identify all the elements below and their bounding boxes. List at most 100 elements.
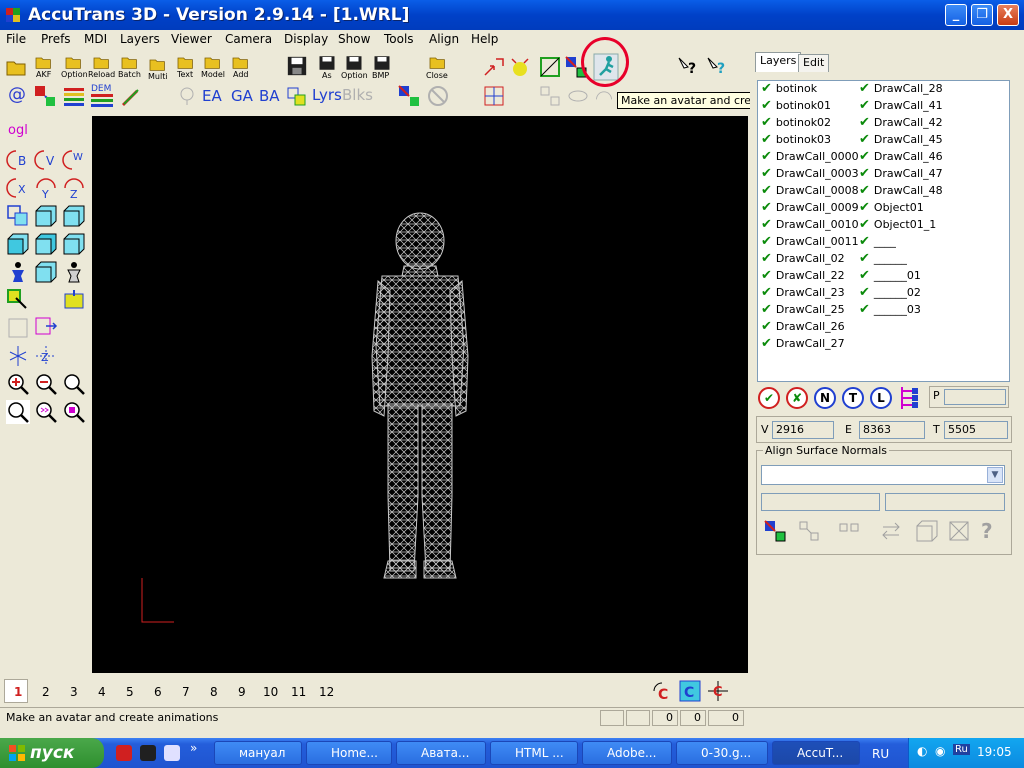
chevron-right-icon[interactable]: » (190, 741, 197, 755)
align-dropdown[interactable]: ▼ (761, 465, 1005, 485)
tab-layers[interactable]: Layers (755, 52, 802, 72)
close-file-icon[interactable] (428, 54, 448, 70)
layer-item[interactable]: ✔ ______01 (859, 268, 921, 285)
menu-tools[interactable]: Tools (384, 32, 414, 46)
rotate-y-button[interactable]: Y (34, 176, 58, 201)
menu-camera[interactable]: Camera (225, 32, 272, 46)
text-import-icon[interactable] (176, 54, 196, 70)
check-icon[interactable]: ✔ (761, 183, 772, 198)
tray-lang[interactable]: Ru (953, 744, 970, 755)
layer-item[interactable]: ✔ DrawCall_0009 (761, 200, 859, 217)
page-tab-9[interactable]: 9 (238, 685, 246, 699)
zoom-icon[interactable] (62, 372, 86, 396)
task-home[interactable]: Home... (306, 741, 392, 765)
quick-launch-1[interactable] (116, 745, 132, 761)
check-icon[interactable]: ✔ (859, 268, 870, 283)
transform-arrows-icon[interactable] (482, 55, 506, 79)
check-icon[interactable]: ✔ (761, 98, 772, 113)
view-iso-icon[interactable] (6, 204, 30, 228)
layer-item[interactable]: ✔ botinok02 (761, 115, 831, 132)
check-icon[interactable]: ✔ (859, 251, 870, 266)
page-tab-8[interactable]: 8 (210, 685, 218, 699)
layer-l-button[interactable]: L (870, 387, 892, 409)
task-html[interactable]: HTML ... (490, 741, 578, 765)
3d-viewport[interactable] (92, 116, 748, 673)
dem-icon[interactable]: DEM (89, 82, 115, 108)
tab-edit[interactable]: Edit (798, 54, 830, 72)
check-icon[interactable]: ✔ (761, 149, 772, 164)
check-icon[interactable]: ✔ (761, 234, 772, 249)
check-icon[interactable]: ✔ (761, 115, 772, 130)
check-icon[interactable]: ✔ (761, 268, 772, 283)
view-person-front-icon[interactable] (6, 260, 30, 284)
menu-layers[interactable]: Layers (120, 32, 160, 46)
reload-icon[interactable] (92, 54, 112, 70)
view-right-icon[interactable] (34, 232, 58, 256)
multi-icon[interactable] (148, 56, 168, 72)
app-icon[interactable] (5, 7, 21, 23)
check-icon[interactable]: ✔ (761, 302, 772, 317)
layer-item[interactable]: ✔ DrawCall_26 (761, 319, 845, 336)
scale-x-icon[interactable] (6, 344, 30, 368)
layer-item[interactable]: ✔ DrawCall_0010 (761, 217, 859, 234)
page-tab-3[interactable]: 3 (70, 685, 78, 699)
save-icon[interactable] (286, 55, 308, 77)
task-accutrans[interactable]: AccuT... (772, 741, 860, 765)
view-cube-icon[interactable] (34, 260, 58, 284)
layer-item[interactable]: ✔ DrawCall_0008 (761, 183, 859, 200)
layer-item[interactable]: ✔ DrawCall_0011 (761, 234, 859, 251)
task-avatar[interactable]: Авата... (396, 741, 486, 765)
cube-layers-icon[interactable] (285, 84, 309, 108)
toggle-button[interactable]: T (842, 387, 864, 409)
network-icon[interactable]: ◐ (917, 744, 927, 758)
rainbow-lines-icon[interactable] (62, 84, 86, 108)
layer-item[interactable]: ✔ DrawCall_48 (859, 183, 943, 200)
menu-show[interactable]: Show (338, 32, 370, 46)
rotate-camera-icon[interactable]: C (650, 679, 674, 703)
layer-item[interactable]: ✔ DrawCall_42 (859, 115, 943, 132)
ogl-label[interactable]: ogl (8, 123, 28, 138)
rotate-w-button[interactable]: W (62, 148, 86, 172)
color-swap-icon[interactable] (397, 84, 421, 108)
check-icon[interactable]: ✔ (761, 251, 772, 266)
check-icon[interactable]: ✔ (761, 166, 772, 181)
ga-button[interactable]: GA (231, 87, 253, 105)
layer-item[interactable]: ✔ DrawCall_25 (761, 302, 845, 319)
check-icon[interactable]: ✔ (761, 200, 772, 215)
check-icon[interactable]: ✔ (859, 183, 870, 198)
layer-item[interactable]: ✔ botinok03 (761, 132, 831, 149)
layer-item[interactable]: ✔ ______ (859, 251, 907, 268)
layer-item[interactable]: ✔ DrawCall_23 (761, 285, 845, 302)
minimize-button[interactable]: _ (945, 4, 967, 26)
check-icon[interactable]: ✔ (859, 166, 870, 181)
check-icon[interactable]: ✔ (761, 81, 772, 96)
layer-item[interactable]: ✔ DrawCall_47 (859, 166, 943, 183)
page-tab-6[interactable]: 6 (154, 685, 162, 699)
select-box-icon[interactable] (62, 288, 86, 312)
check-icon[interactable]: ✔ (859, 302, 870, 317)
check-icon[interactable]: ✔ (859, 217, 870, 232)
open-folder-icon[interactable] (5, 55, 29, 79)
chevron-down-icon[interactable]: ▼ (987, 467, 1003, 483)
page-tab-5[interactable]: 5 (126, 685, 134, 699)
center-icon[interactable] (508, 55, 532, 79)
add-icon[interactable] (231, 54, 251, 70)
layer-item[interactable]: ✔ DrawCall_41 (859, 98, 943, 115)
quick-launch-3[interactable] (164, 745, 180, 761)
task-image[interactable]: 0-30.g... (676, 741, 768, 765)
zoom-in-icon[interactable] (6, 372, 30, 396)
layer-item[interactable]: ✔ DrawCall_27 (761, 336, 845, 353)
page-tab-1[interactable]: 1 (14, 685, 22, 699)
page-tab-12[interactable]: 12 (319, 685, 334, 699)
layer-item[interactable]: ✔ Object01_1 (859, 217, 936, 234)
check-icon[interactable]: ✔ (761, 132, 772, 147)
layer-item[interactable]: ✔ ______02 (859, 285, 921, 302)
layer-item[interactable]: ✔ ______03 (859, 302, 921, 319)
volume-icon[interactable]: ◉ (935, 744, 945, 758)
check-icon[interactable]: ✔ (859, 149, 870, 164)
check-all-button[interactable]: ✔ (758, 387, 780, 409)
uncheck-all-button[interactable]: ✘ (786, 387, 808, 409)
ba-button[interactable]: BA (259, 87, 280, 105)
check-icon[interactable]: ✔ (859, 98, 870, 113)
pencil-icon[interactable] (118, 84, 142, 108)
